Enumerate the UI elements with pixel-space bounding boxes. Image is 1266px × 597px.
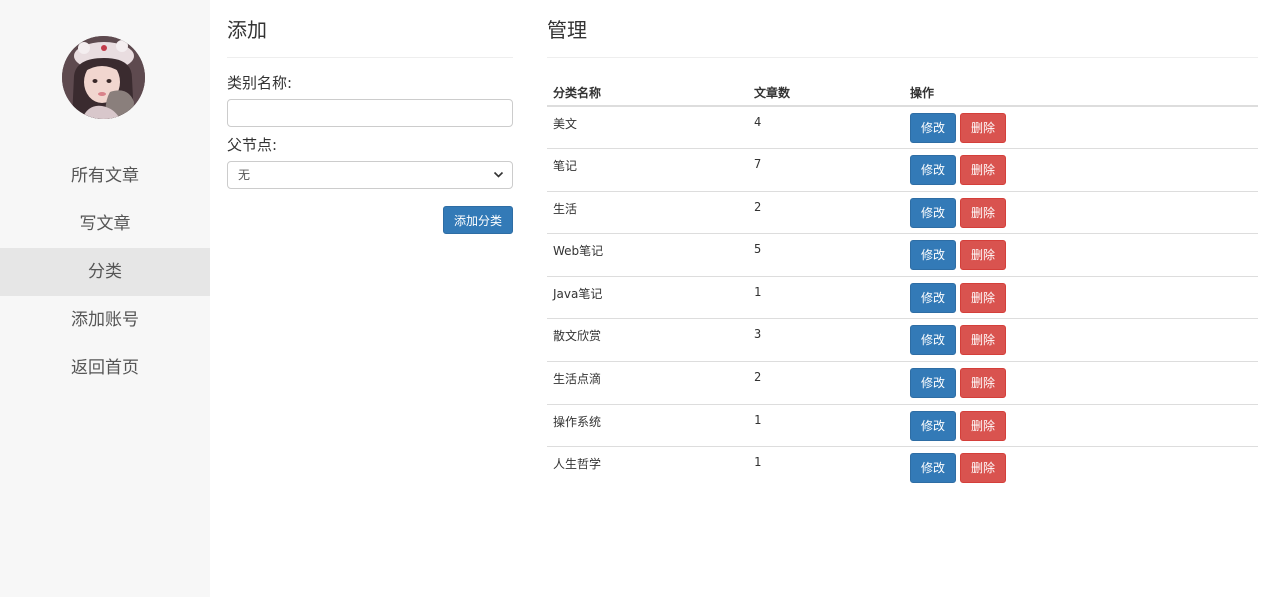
delete-button[interactable]: 删除	[960, 368, 1007, 399]
table-row: Java笔记 1 修改 删除	[547, 275, 1258, 319]
edit-button[interactable]: 修改	[910, 368, 957, 399]
manage-panel-title: 管理	[547, 0, 1258, 58]
edit-button[interactable]: 修改	[910, 240, 957, 271]
category-name-label: 类别名称:	[227, 74, 293, 92]
actions-cell: 修改 删除	[904, 275, 1258, 319]
table-row: 笔记 7 修改 删除	[547, 148, 1258, 192]
sidebar-item-back-home[interactable]: 返回首页	[0, 344, 210, 392]
actions-cell: 修改 删除	[904, 190, 1258, 234]
edit-button[interactable]: 修改	[910, 113, 957, 143]
actions-cell: 修改 删除	[904, 148, 1258, 192]
avatar	[62, 36, 145, 119]
article-count-cell: 7	[748, 148, 904, 192]
category-name-cell: 美文	[553, 117, 578, 131]
column-header-count: 文章数	[748, 79, 904, 107]
article-count-cell: 1	[748, 446, 904, 490]
category-table: 分类名称 文章数 操作 美文 4 修改 删除 笔记 7 修改 删除 生活 2 修改删…	[547, 79, 1258, 490]
category-name-cell: Web笔记	[547, 233, 748, 277]
table-row: 操作系统 1 修改 删除	[547, 403, 1258, 447]
parent-node-label: 父节点:	[227, 136, 278, 154]
delete-button[interactable]: 删除	[960, 155, 1007, 186]
article-count-cell: 1	[748, 275, 904, 319]
article-count-cell: 5	[748, 233, 904, 277]
sidebar-item-categories[interactable]: 分类	[0, 248, 210, 296]
column-header-name: 分类名称	[547, 79, 748, 107]
avatar-image	[62, 36, 145, 119]
category-name-cell: 操作系统	[547, 403, 748, 447]
add-category-button[interactable]: 添加分类	[442, 206, 513, 234]
delete-button[interactable]: 删除	[960, 240, 1007, 271]
delete-button[interactable]: 删除	[960, 453, 1007, 484]
edit-button[interactable]: 修改	[910, 282, 957, 313]
actions-cell: 修改 删除	[904, 106, 1258, 149]
delete-button[interactable]: 删除	[960, 282, 1007, 313]
sidebar-item-write-article[interactable]: 写文章	[0, 200, 210, 248]
sidebar-nav: 所有文章 写文章 分类 添加账号 返回首页	[0, 152, 210, 392]
category-name-input[interactable]	[227, 99, 513, 127]
actions-cell: 修改 删除	[904, 318, 1258, 362]
add-category-panel: 添加 类别名称: 父节点: 无 添加分类	[227, 0, 513, 234]
actions-cell: 修改 删除	[904, 446, 1258, 490]
category-name-cell: 生活	[547, 190, 748, 234]
column-header-actions: 操作	[904, 79, 1258, 107]
edit-button[interactable]: 修改	[910, 155, 957, 186]
article-count-cell: 3	[748, 318, 904, 362]
category-name-cell: 笔记	[547, 148, 748, 192]
table-row: 生活点滴 2 修改 删除	[547, 361, 1258, 405]
manage-category-panel: 管理 分类名称 文章数 操作 美文 4 修改 删除 笔记 7 修改 删除 生活 2	[547, 0, 1258, 490]
edit-button[interactable]: 修改	[910, 410, 957, 441]
table-header-row: 分类名称 文章数 操作	[547, 79, 1258, 107]
article-count-cell: 2	[748, 190, 904, 234]
sidebar: 所有文章 写文章 分类 添加账号 返回首页	[0, 0, 210, 597]
edit-button[interactable]: 修改	[910, 325, 957, 356]
edit-button[interactable]: 修改	[910, 453, 957, 484]
chevron-down-icon	[493, 162, 504, 198]
delete-button[interactable]: 删除	[960, 113, 1007, 143]
actions-cell: 修改 删除	[904, 361, 1258, 405]
category-name-cell: 散文欣赏	[547, 318, 748, 362]
category-name-cell: 人生哲学	[547, 446, 748, 490]
edit-button[interactable]: 修改	[910, 197, 957, 228]
article-count-cell: 1	[748, 403, 904, 447]
parent-node-selected-value: 无	[238, 168, 251, 182]
sidebar-item-add-account[interactable]: 添加账号	[0, 296, 210, 344]
table-row: 美文 4 修改 删除	[547, 106, 1258, 149]
category-name-cell: 生活点滴	[547, 361, 748, 405]
category-name-cell: Java笔记	[547, 275, 748, 319]
table-row: 生活 2 修改 删除	[547, 190, 1258, 234]
add-panel-title: 添加	[227, 0, 513, 58]
article-count-cell: 2	[748, 361, 904, 405]
table-row: 人生哲学 1 修改 删除	[547, 446, 1258, 490]
delete-button[interactable]: 删除	[960, 325, 1007, 356]
article-count-cell: 4	[754, 115, 762, 129]
table-row: 散文欣赏 3 修改 删除	[547, 318, 1258, 362]
sidebar-item-all-articles[interactable]: 所有文章	[0, 152, 210, 200]
table-row: Web笔记 5 修改 删除	[547, 233, 1258, 277]
delete-button[interactable]: 删除	[960, 197, 1007, 228]
actions-cell: 修改 删除	[904, 233, 1258, 277]
delete-button[interactable]: 删除	[960, 410, 1007, 441]
parent-node-select[interactable]: 无	[227, 161, 513, 189]
actions-cell: 修改 删除	[904, 403, 1258, 447]
